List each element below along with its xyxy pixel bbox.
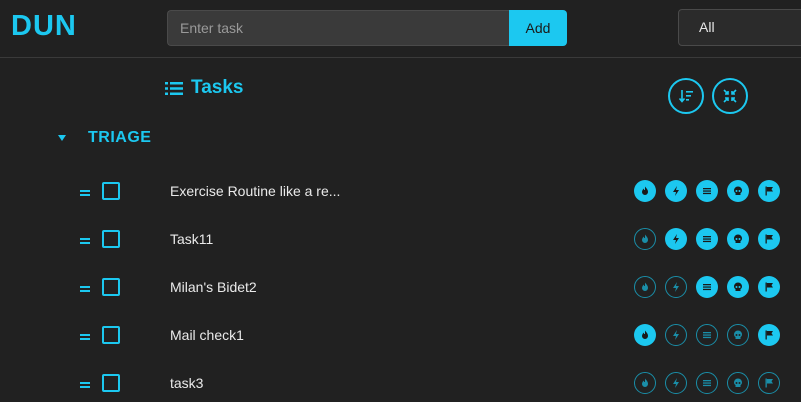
task-checkbox[interactable] xyxy=(102,278,120,296)
collapse-button[interactable] xyxy=(712,78,748,114)
fire-icon xyxy=(642,378,648,387)
lines-toggle[interactable] xyxy=(696,180,718,202)
bolt-toggle[interactable] xyxy=(665,324,687,346)
section-title: TRIAGE xyxy=(88,129,152,146)
task-row: Exercise Routine like a re... xyxy=(0,172,801,220)
flag-toggle[interactable] xyxy=(758,228,780,250)
task-text[interactable]: Exercise Routine like a re... xyxy=(170,183,340,199)
sort-descending-icon xyxy=(678,90,693,103)
task-input[interactable] xyxy=(167,10,510,46)
fire-icon xyxy=(642,282,648,291)
fire-icon xyxy=(642,186,648,195)
skull-icon xyxy=(734,186,742,195)
drag-handle-icon[interactable] xyxy=(80,334,90,340)
task-row: Mail check1 xyxy=(0,316,801,364)
filter-select[interactable]: All xyxy=(678,9,801,46)
top-bar: DUN Add All xyxy=(0,0,801,58)
task-tag-icons xyxy=(634,180,789,202)
task-text[interactable]: Milan's Bidet2 xyxy=(170,279,257,295)
skull-toggle[interactable] xyxy=(727,228,749,250)
drag-handle-icon[interactable] xyxy=(80,238,90,244)
section-header-triage[interactable]: TRIAGE xyxy=(58,129,151,147)
lines-icon xyxy=(703,284,711,291)
task-checkbox[interactable] xyxy=(102,230,120,248)
caret-down-icon xyxy=(58,135,66,141)
flag-icon xyxy=(765,282,773,292)
lines-toggle[interactable] xyxy=(696,276,718,298)
flag-toggle[interactable] xyxy=(758,276,780,298)
task-tag-icons xyxy=(634,228,789,250)
skull-toggle[interactable] xyxy=(727,324,749,346)
fire-icon xyxy=(642,234,648,243)
flag-toggle[interactable] xyxy=(758,372,780,394)
skull-toggle[interactable] xyxy=(727,276,749,298)
collapse-arrows-icon xyxy=(723,89,737,103)
page-title: Tasks xyxy=(165,77,243,99)
bolt-icon xyxy=(673,186,679,196)
fire-toggle[interactable] xyxy=(634,180,656,202)
flag-icon xyxy=(765,186,773,196)
fire-toggle[interactable] xyxy=(634,228,656,250)
task-row: task3 xyxy=(0,364,801,402)
bolt-toggle[interactable] xyxy=(665,228,687,250)
lines-icon xyxy=(703,332,711,339)
fire-icon xyxy=(642,330,648,339)
task-tag-icons xyxy=(634,372,789,394)
task-tag-icons xyxy=(634,276,789,298)
fire-toggle[interactable] xyxy=(634,372,656,394)
flag-icon xyxy=(765,330,773,340)
task-checkbox[interactable] xyxy=(102,326,120,344)
flag-toggle[interactable] xyxy=(758,324,780,346)
task-row: Milan's Bidet2 xyxy=(0,268,801,316)
skull-toggle[interactable] xyxy=(727,180,749,202)
task-row: Task11 xyxy=(0,220,801,268)
bolt-toggle[interactable] xyxy=(665,180,687,202)
add-button[interactable]: Add xyxy=(509,10,567,46)
drag-handle-icon[interactable] xyxy=(80,286,90,292)
lines-icon xyxy=(703,188,711,195)
bolt-icon xyxy=(673,378,679,388)
skull-icon xyxy=(734,234,742,243)
task-text[interactable]: Mail check1 xyxy=(170,327,244,343)
app-logo: DUN xyxy=(11,10,77,42)
drag-handle-icon[interactable] xyxy=(80,382,90,388)
lines-icon xyxy=(703,236,711,243)
filter-select-value: All xyxy=(699,19,715,35)
list-icon xyxy=(165,81,183,95)
sort-button[interactable] xyxy=(668,78,704,114)
fire-toggle[interactable] xyxy=(634,276,656,298)
skull-icon xyxy=(734,282,742,291)
page-title-text: Tasks xyxy=(191,77,244,98)
task-checkbox[interactable] xyxy=(102,182,120,200)
skull-icon xyxy=(734,378,742,387)
lines-toggle[interactable] xyxy=(696,324,718,346)
lines-icon xyxy=(703,380,711,387)
bolt-toggle[interactable] xyxy=(665,276,687,298)
lines-toggle[interactable] xyxy=(696,228,718,250)
skull-icon xyxy=(734,330,742,339)
bolt-icon xyxy=(673,282,679,292)
task-text[interactable]: task3 xyxy=(170,375,203,391)
task-checkbox[interactable] xyxy=(102,374,120,392)
flag-toggle[interactable] xyxy=(758,180,780,202)
flag-icon xyxy=(765,234,773,244)
bolt-toggle[interactable] xyxy=(665,372,687,394)
task-text[interactable]: Task11 xyxy=(170,231,213,247)
task-tag-icons xyxy=(634,324,789,346)
lines-toggle[interactable] xyxy=(696,372,718,394)
skull-toggle[interactable] xyxy=(727,372,749,394)
drag-handle-icon[interactable] xyxy=(80,190,90,196)
fire-toggle[interactable] xyxy=(634,324,656,346)
bolt-icon xyxy=(673,330,679,340)
bolt-icon xyxy=(673,234,679,244)
flag-icon xyxy=(765,378,773,388)
